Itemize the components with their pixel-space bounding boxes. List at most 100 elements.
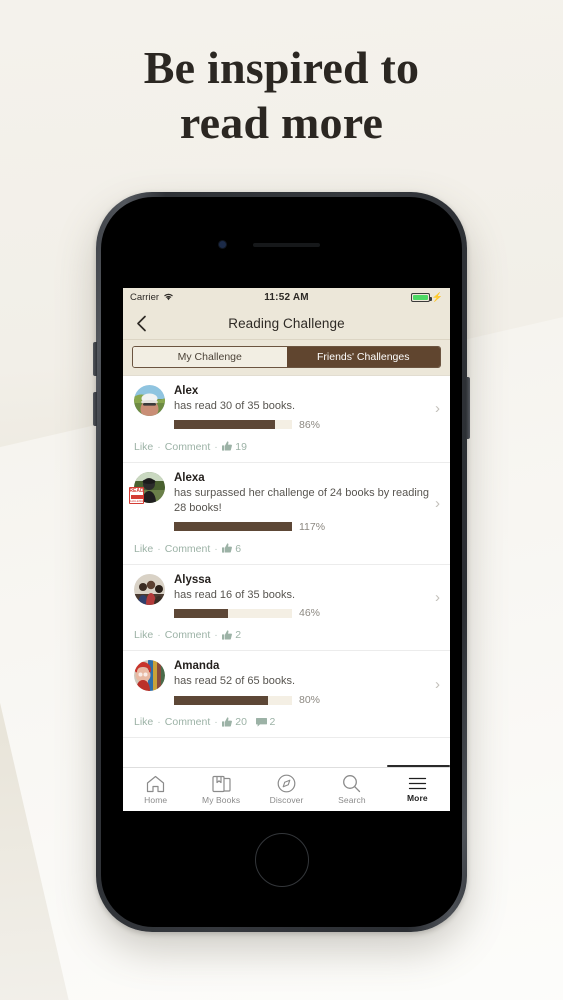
status-bar-time: 11:52 AM bbox=[264, 292, 309, 303]
tab-friends-challenges[interactable]: Friends' Challenges bbox=[286, 347, 440, 367]
tab-label: More bbox=[406, 793, 428, 803]
thumbs-up-icon bbox=[221, 543, 232, 553]
list-item-content: Alyssa has read 16 of 35 books. 46% bbox=[174, 574, 429, 622]
like-count-group[interactable]: 20 bbox=[221, 716, 247, 729]
user-name[interactable]: Alexa bbox=[174, 472, 429, 484]
progress-percent: 46% bbox=[299, 607, 321, 620]
tab-my-books[interactable]: My Books bbox=[188, 768, 253, 811]
chevron-right-icon[interactable]: › bbox=[435, 677, 440, 692]
list-item-body: Alex has read 30 of 35 books. 86% › bbox=[123, 385, 450, 433]
list-item[interactable]: READ CHALLENGE Alexa has surpassed her c… bbox=[123, 463, 450, 565]
magnifier-icon bbox=[343, 775, 361, 793]
chevron-right-icon[interactable]: › bbox=[435, 496, 440, 511]
comment-button[interactable]: Comment bbox=[165, 716, 211, 728]
avatar-alyssa[interactable] bbox=[134, 573, 165, 605]
action-separator: · bbox=[157, 542, 161, 555]
challenge-feed-list[interactable]: Alex has read 30 of 35 books. 86% › Like… bbox=[123, 376, 450, 767]
chevron-right-icon[interactable]: › bbox=[435, 401, 440, 416]
tab-discover[interactable]: Discover bbox=[254, 768, 319, 811]
phone-mockup: Carrier 11:52 AM ⚡ Reading Challenge My … bbox=[93, 192, 470, 932]
list-item-body: Amanda has read 52 of 65 books. 80% › bbox=[123, 660, 450, 708]
action-separator: · bbox=[214, 440, 218, 453]
progress-row: 86% bbox=[174, 419, 429, 431]
comment-count-group[interactable]: 2 bbox=[255, 716, 276, 729]
comment-button[interactable]: Comment bbox=[165, 441, 211, 453]
comment-count: 2 bbox=[269, 716, 276, 729]
user-name[interactable]: Amanda bbox=[174, 660, 429, 672]
list-item-actions: Like · Comment · 6 bbox=[123, 535, 450, 564]
progress-bar bbox=[174, 522, 292, 532]
segmented-control: My Challenge Friends' Challenges bbox=[132, 346, 441, 368]
power-button[interactable] bbox=[466, 377, 470, 439]
progress-row: 80% bbox=[174, 694, 429, 706]
list-item[interactable]: Alyssa has read 16 of 35 books. 46% › Li… bbox=[123, 565, 450, 652]
tab-more[interactable]: More bbox=[385, 768, 450, 811]
like-button[interactable]: Like bbox=[134, 441, 153, 453]
like-count: 2 bbox=[235, 629, 242, 642]
progress-text: has read 16 of 35 books. bbox=[174, 588, 296, 601]
avatar-amanda[interactable] bbox=[134, 660, 165, 692]
comment-button[interactable]: Comment bbox=[165, 629, 211, 641]
tab-my-challenge[interactable]: My Challenge bbox=[133, 347, 287, 367]
scrollbar[interactable] bbox=[387, 764, 450, 767]
screen-title: Reading Challenge bbox=[228, 315, 345, 331]
progress-row: 117% bbox=[174, 521, 429, 533]
tab-label: Home bbox=[144, 794, 168, 805]
thumbs-up-icon bbox=[221, 717, 232, 727]
avatar bbox=[134, 573, 165, 605]
home-button[interactable] bbox=[254, 833, 309, 887]
progress-bar bbox=[174, 695, 292, 705]
user-name[interactable]: Alyssa bbox=[174, 574, 429, 586]
list-item-content: Alexa has surpassed her challenge of 24 … bbox=[174, 472, 429, 535]
chevron-right-icon[interactable]: › bbox=[435, 590, 440, 605]
list-item-actions: Like · Comment · 2 bbox=[123, 621, 450, 650]
avatar bbox=[134, 385, 165, 416]
action-separator: · bbox=[157, 440, 161, 453]
list-item-actions: Like · Comment · 20 2 bbox=[123, 708, 450, 737]
like-button[interactable]: Like bbox=[134, 543, 153, 555]
book-icon bbox=[212, 775, 231, 792]
progress-percent: 86% bbox=[299, 418, 321, 431]
comment-button[interactable]: Comment bbox=[165, 543, 211, 555]
like-count: 20 bbox=[235, 716, 247, 729]
tab-label: Discover bbox=[269, 795, 304, 805]
hamburger-icon bbox=[408, 777, 426, 790]
chevron-left-icon bbox=[136, 315, 146, 331]
comment-bubble-icon bbox=[255, 717, 267, 727]
progress-bar bbox=[174, 420, 292, 430]
tab-home[interactable]: Home bbox=[123, 768, 188, 811]
list-item[interactable]: Amanda has read 52 of 65 books. 80% › Li… bbox=[123, 651, 450, 739]
volume-up-button[interactable] bbox=[93, 342, 97, 376]
headline-line-2: read more bbox=[179, 97, 384, 149]
list-item-body: READ CHALLENGE Alexa has surpassed her c… bbox=[123, 471, 450, 535]
avatar-alex[interactable] bbox=[134, 385, 165, 416]
like-count-group[interactable]: 2 bbox=[221, 629, 242, 642]
status-bar-right: ⚡ bbox=[410, 293, 443, 302]
list-item-content: Amanda has read 52 of 65 books. 80% bbox=[174, 660, 429, 708]
user-name[interactable]: Alex bbox=[174, 385, 429, 397]
challenge-badge-icon: READ CHALLENGE bbox=[129, 486, 144, 504]
like-button[interactable]: Like bbox=[134, 629, 153, 641]
tab-label: My Books bbox=[202, 794, 241, 805]
back-button[interactable] bbox=[132, 314, 150, 332]
earpiece-speaker bbox=[253, 243, 320, 247]
progress-percent: 80% bbox=[299, 694, 321, 707]
thumbs-up-icon bbox=[221, 441, 232, 451]
volume-down-button[interactable] bbox=[93, 392, 97, 426]
action-separator: · bbox=[157, 629, 161, 642]
tab-search[interactable]: Search bbox=[319, 768, 384, 811]
app-screen: Carrier 11:52 AM ⚡ Reading Challenge My … bbox=[123, 288, 450, 811]
list-item-actions: Like · Comment · 19 bbox=[123, 433, 450, 462]
progress-percent: 117% bbox=[299, 520, 326, 533]
page-title: Be inspired to read more bbox=[0, 40, 563, 150]
list-item[interactable]: Alex has read 30 of 35 books. 86% › Like… bbox=[123, 376, 450, 463]
front-camera-icon bbox=[219, 241, 226, 248]
like-button[interactable]: Like bbox=[134, 716, 153, 728]
thumbs-up-icon bbox=[221, 630, 232, 640]
avatar-alexa[interactable]: READ CHALLENGE bbox=[129, 471, 165, 504]
status-bar: Carrier 11:52 AM ⚡ bbox=[123, 288, 450, 307]
action-separator: · bbox=[214, 542, 218, 555]
avatar bbox=[134, 660, 165, 692]
like-count-group[interactable]: 6 bbox=[221, 543, 241, 555]
like-count-group[interactable]: 19 bbox=[221, 441, 247, 453]
